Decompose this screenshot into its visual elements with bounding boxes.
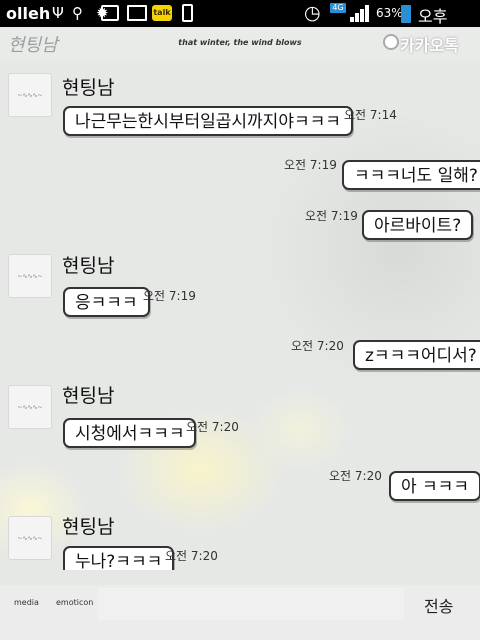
kakaotalk-icon: talk (152, 5, 172, 21)
gallery-icon (101, 5, 119, 21)
message-bubble[interactable]: ㅋㅋㅋ너도 일해? (342, 160, 480, 190)
message-time: 오전 7:20 (291, 339, 344, 353)
message-input[interactable] (98, 588, 404, 620)
mail-icon (127, 5, 147, 21)
message-time: 오전 7:19 (284, 158, 337, 172)
message-time: 오전 7:20 (165, 549, 218, 563)
message-bubble[interactable]: 나근무는한시부터일곱시까지야ㅋㅋㅋ (63, 106, 353, 136)
battery-icon (182, 4, 193, 22)
message-list[interactable]: ~∿∿∿~ 현팅남 나근무는한시부터일곱시까지야ㅋㅋㅋ 오전 7:14 오전 7… (0, 61, 480, 570)
sender-name: 현팅남 (62, 255, 115, 277)
alarm-icon: ◷ (304, 2, 321, 24)
sender-name: 현팅남 (62, 77, 115, 99)
status-bar: olleh Ψ ⚲ ✹ talk ◷ 4G 63% 오후 8:13 (0, 0, 480, 46)
lte-icon: 4G (330, 3, 346, 13)
message-bubble[interactable]: zㅋㅋㅋ어디서? (353, 340, 480, 370)
avatar[interactable]: ~∿∿∿~ (8, 254, 52, 298)
avatar[interactable]: ~∿∿∿~ (8, 516, 52, 560)
usb-icon: ⚲ (72, 4, 83, 22)
battery-percent: 63% (376, 6, 403, 20)
sender-name: 현팅남 (62, 516, 115, 538)
kakaotalk-logo-icon (383, 34, 399, 50)
sender-name: 현팅남 (62, 385, 115, 407)
message-time: 오전 7:19 (305, 209, 358, 223)
message-time: 오전 7:19 (143, 289, 196, 303)
message-bubble[interactable]: 아 ㅋㅋㅋ (389, 471, 480, 501)
carrier-label: olleh (6, 4, 51, 23)
message-bubble[interactable]: 시청에서ㅋㅋㅋ (63, 418, 197, 448)
message-time: 오전 7:20 (329, 469, 382, 483)
avatar[interactable]: ~∿∿∿~ (8, 385, 52, 429)
psi-icon: Ψ (52, 4, 64, 22)
charging-battery-icon (401, 5, 411, 23)
message-time: 오전 7:20 (186, 420, 239, 434)
signal-icon (350, 4, 372, 22)
message-input-bar: media emoticon 전송 (0, 585, 480, 640)
send-button[interactable]: 전송 (424, 593, 453, 617)
message-bubble[interactable]: 아르바이트? (362, 210, 474, 240)
message-bubble[interactable]: 응ㅋㅋㅋ (63, 287, 150, 317)
chat-header: 현팅남 that winter, the wind blows 카카오톡 (0, 27, 480, 61)
message-bubble[interactable]: 누나?ㅋㅋㅋ (63, 546, 175, 570)
avatar[interactable]: ~∿∿∿~ (8, 73, 52, 117)
message-time: 오전 7:14 (344, 108, 397, 122)
brand-label: 카카오톡 (400, 36, 459, 55)
media-button[interactable]: media (14, 598, 39, 607)
emoticon-button[interactable]: emoticon (56, 598, 93, 607)
